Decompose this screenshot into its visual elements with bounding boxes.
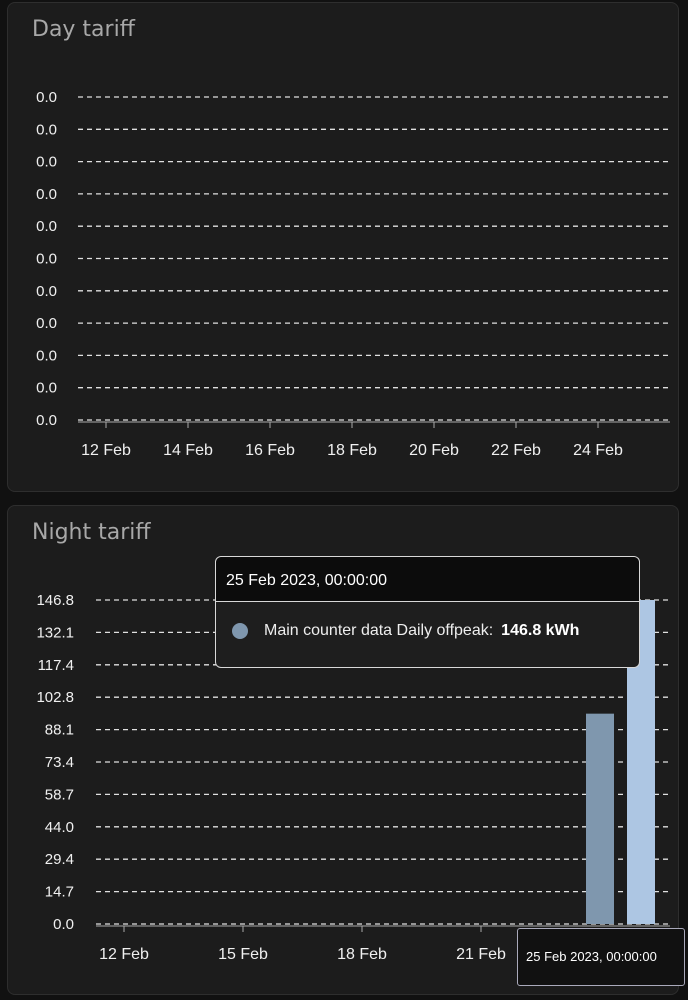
y-tick-label: 117.4: [38, 657, 74, 674]
y-tick-label: 0.0: [36, 380, 57, 397]
y-tick-label: 0.0: [36, 315, 57, 332]
y-tick-label: 14.7: [45, 884, 74, 901]
tooltip-value: 146.8 kWh: [501, 622, 580, 639]
x-tick-label: 12 Feb: [81, 442, 131, 459]
x-tick-label: 16 Feb: [245, 442, 295, 459]
axis-pointer-label: 25 Feb 2023, 00:00:00: [517, 928, 685, 986]
y-tick-label: 0.0: [36, 283, 57, 300]
x-tick-label: 12 Feb: [99, 946, 149, 963]
y-tick-label: 0.0: [36, 89, 57, 106]
series-dot-icon: [232, 623, 248, 639]
tooltip-title: 25 Feb 2023, 00:00:00: [216, 557, 639, 602]
bar-24-feb: [586, 713, 614, 924]
day-tariff-chart[interactable]: 0.0 0.0 0.0 0.0 0.0 0.0 0.0 0.0 0.0 0.0 0.0 12 Feb 1…: [8, 3, 678, 491]
chart-tooltip: 25 Feb 2023, 00:00:00 Main counter data …: [215, 556, 640, 668]
x-tick-label: 22 Feb: [491, 442, 541, 459]
y-tick-label: 58.7: [45, 786, 74, 803]
y-tick-label: 146.8: [36, 592, 74, 609]
x-tick-label: 14 Feb: [163, 442, 213, 459]
y-tick-label: 0.0: [36, 186, 57, 203]
x-tick-label: 21 Feb: [456, 946, 506, 963]
tooltip-series: Main counter data Daily offpeak:: [264, 622, 494, 639]
x-tick-label: 20 Feb: [409, 442, 459, 459]
y-tick-label: 73.4: [45, 754, 74, 771]
y-tick-label: 102.8: [36, 689, 74, 706]
y-tick-label: 0.0: [36, 154, 57, 171]
y-tick-label: 0.0: [36, 218, 57, 235]
y-tick-label: 44.0: [45, 819, 74, 836]
x-tick-label: 15 Feb: [218, 946, 268, 963]
y-tick-label: 0.0: [36, 251, 57, 268]
x-tick-label: 24 Feb: [573, 442, 623, 459]
y-tick-label: 88.1: [45, 722, 74, 739]
y-tick-label: 132.1: [36, 624, 74, 641]
y-tick-label: 0.0: [36, 347, 57, 364]
y-tick-label: 0.0: [36, 412, 57, 429]
y-tick-label: 29.4: [45, 851, 74, 868]
y-tick-label: 0.0: [36, 121, 57, 138]
day-tariff-card: Day tariff 0.0 0.0 0.0 0.0 0.0 0.0 0.0 0.0 0.0 0.…: [7, 2, 679, 492]
x-tick-label: 18 Feb: [327, 442, 377, 459]
y-tick-label: 0.0: [53, 916, 74, 933]
x-tick-label: 18 Feb: [337, 946, 387, 963]
